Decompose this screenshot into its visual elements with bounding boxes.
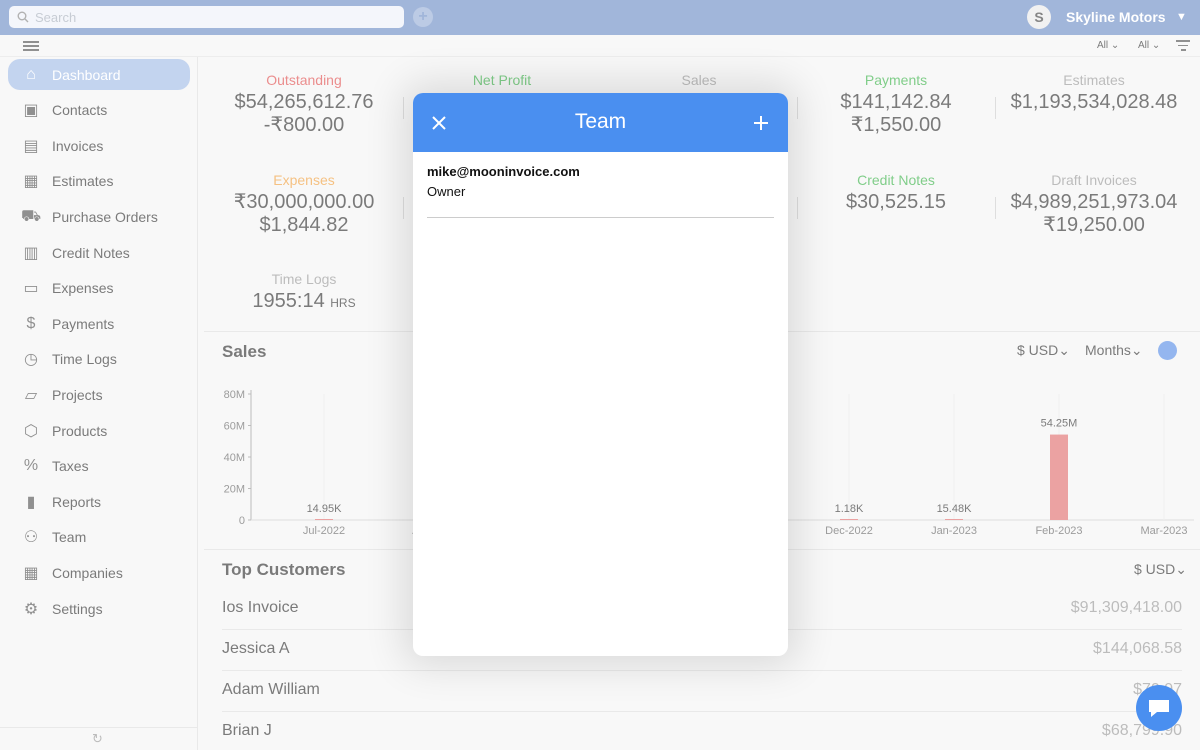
- team-member-row[interactable]: mike@mooninvoice.com Owner: [427, 164, 774, 218]
- member-email: mike@mooninvoice.com: [427, 164, 580, 179]
- chat-icon[interactable]: [1136, 685, 1182, 731]
- member-role: Owner: [427, 184, 466, 199]
- add-icon[interactable]: [751, 113, 771, 133]
- modal-title: Team: [574, 110, 627, 133]
- modal-header: Team: [413, 93, 788, 152]
- team-modal: Team mike@mooninvoice.com Owner: [413, 93, 788, 656]
